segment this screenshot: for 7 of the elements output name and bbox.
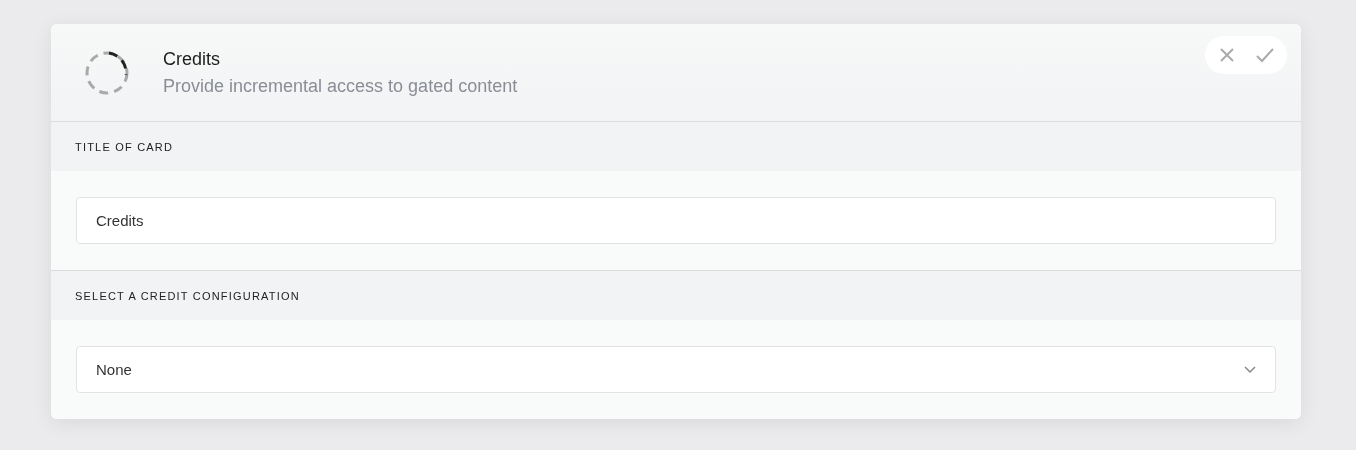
section-label: SELECT A CREDIT CONFIGURATION xyxy=(75,289,300,302)
card-title: Credits xyxy=(163,48,221,70)
input-field[interactable]: Credits xyxy=(76,197,1276,244)
card-subtitle: Provide incremental access to gated content xyxy=(163,75,518,97)
chevron-down-icon xyxy=(1244,365,1256,374)
section-label: TITLE OF CARD xyxy=(75,140,174,153)
select-field[interactable]: None xyxy=(76,346,1276,393)
